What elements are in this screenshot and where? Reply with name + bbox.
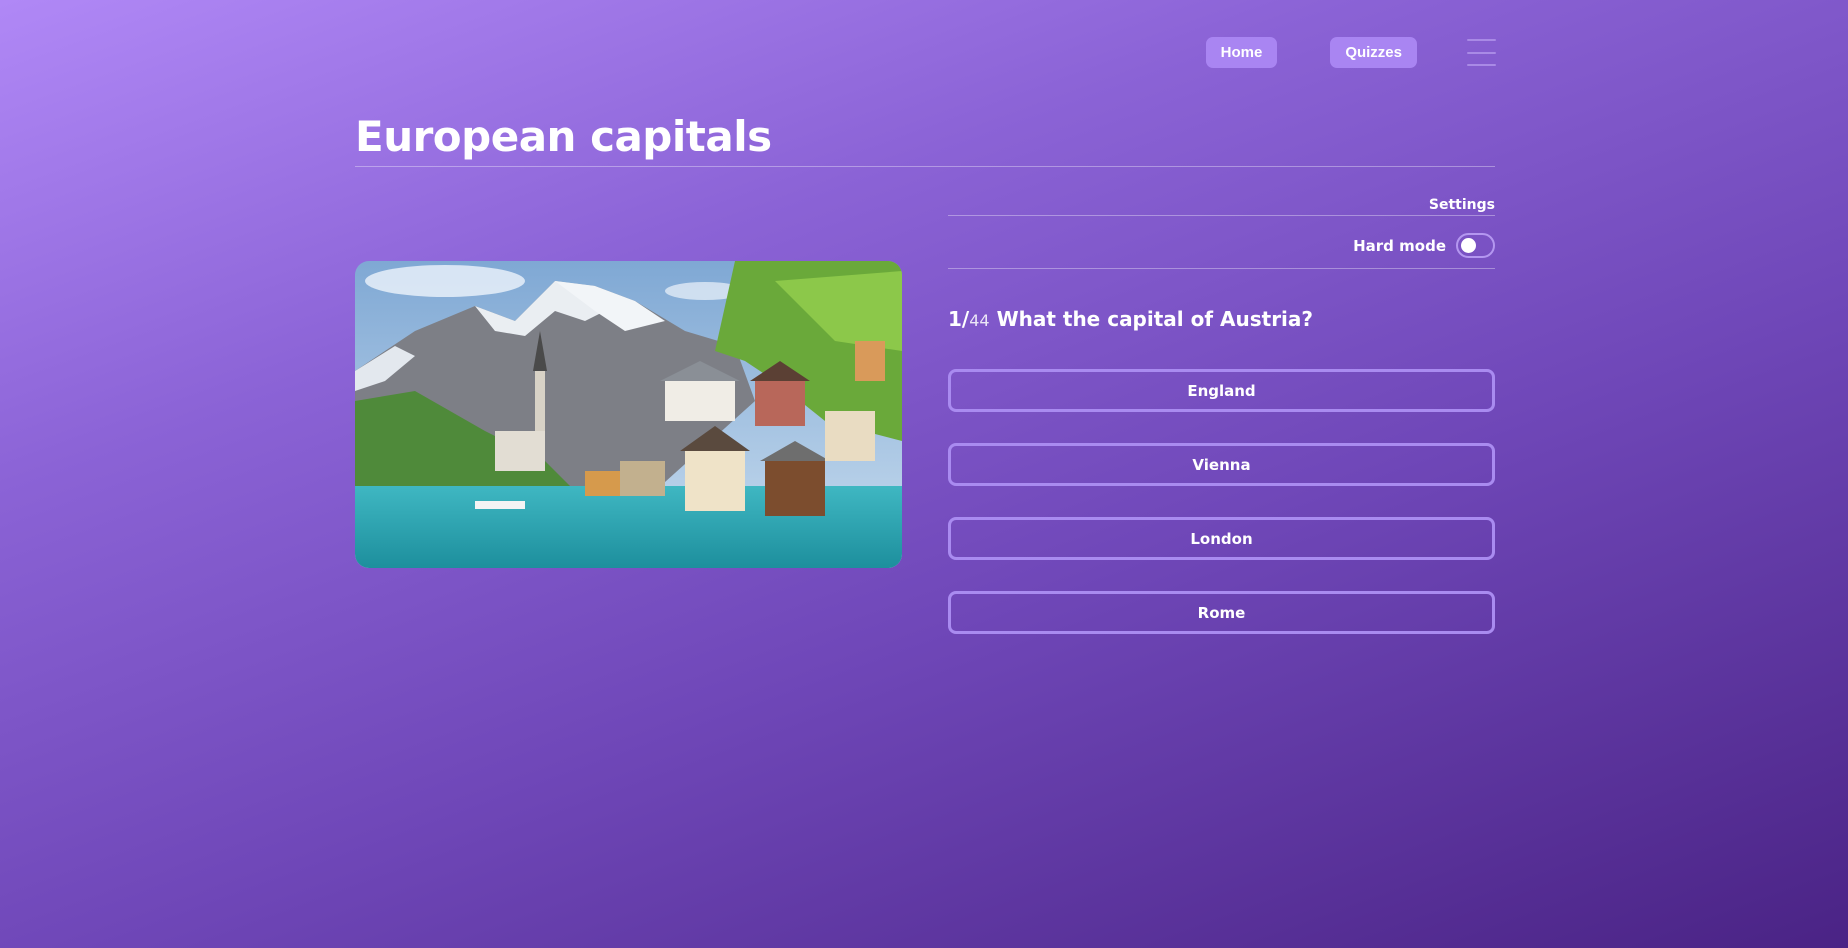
answer-option-london[interactable]: London bbox=[948, 517, 1495, 560]
answer-option-england[interactable]: England bbox=[948, 369, 1495, 412]
top-nav: Home Quizzes bbox=[1205, 37, 1496, 68]
quiz-image bbox=[355, 261, 902, 568]
answer-list: England Vienna London Rome bbox=[948, 369, 1495, 634]
menu-line bbox=[1467, 64, 1496, 66]
settings-divider bbox=[948, 215, 1495, 216]
answer-option-rome[interactable]: Rome bbox=[948, 591, 1495, 634]
page-title: European capitals bbox=[355, 112, 772, 161]
title-divider bbox=[355, 166, 1495, 167]
menu-line bbox=[1467, 51, 1496, 54]
settings-label[interactable]: Settings bbox=[1429, 197, 1495, 213]
answer-option-vienna[interactable]: Vienna bbox=[948, 443, 1495, 486]
hard-mode-row: Hard mode bbox=[1353, 233, 1495, 258]
hard-mode-divider bbox=[948, 268, 1495, 269]
question-number: 1/ bbox=[948, 307, 970, 331]
question-heading: 1/44 What the capital of Austria? bbox=[948, 307, 1313, 331]
home-button[interactable]: Home bbox=[1205, 37, 1278, 68]
hard-mode-toggle[interactable] bbox=[1456, 233, 1495, 258]
hallstatt-landscape-image bbox=[355, 261, 902, 568]
question-total: 44 bbox=[969, 311, 990, 330]
question-text: What the capital of Austria? bbox=[996, 307, 1314, 331]
hamburger-menu-icon[interactable] bbox=[1467, 39, 1496, 66]
menu-line bbox=[1467, 39, 1496, 41]
hard-mode-label: Hard mode bbox=[1353, 236, 1446, 255]
quizzes-button[interactable]: Quizzes bbox=[1330, 37, 1417, 68]
toggle-knob bbox=[1461, 238, 1476, 253]
